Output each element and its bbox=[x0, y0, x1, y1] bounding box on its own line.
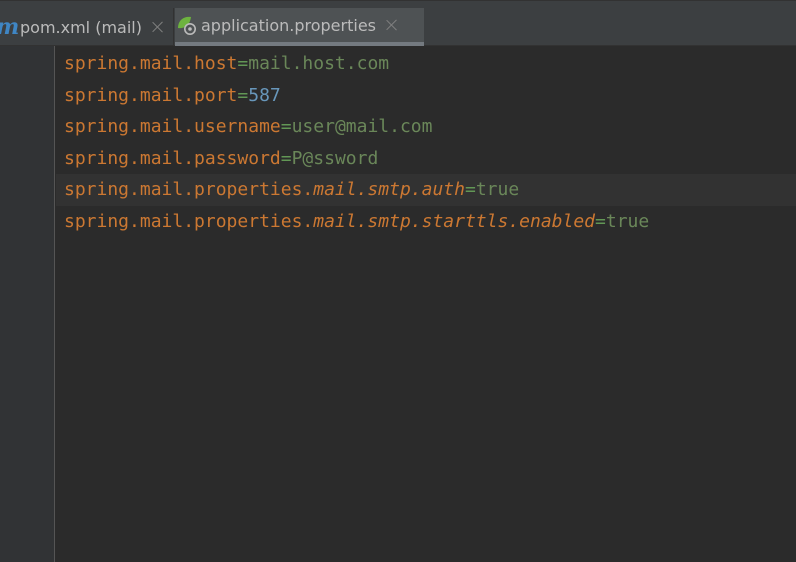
code-editor[interactable]: spring.mail.host=mail.host.com spring.ma… bbox=[0, 46, 796, 562]
code-line[interactable]: spring.mail.properties.mail.smtp.starttl… bbox=[56, 206, 796, 238]
code-area[interactable]: spring.mail.host=mail.host.com spring.ma… bbox=[56, 48, 796, 238]
property-key: spring.mail.properties. bbox=[64, 210, 314, 232]
close-icon[interactable] bbox=[152, 21, 164, 33]
separator: = bbox=[237, 84, 249, 106]
editor-tab-bar: m pom.xml (mail) application.properties bbox=[0, 0, 796, 46]
tab-pom-xml[interactable]: m pom.xml (mail) bbox=[0, 8, 174, 46]
separator: = bbox=[280, 116, 292, 138]
property-value: P@ssword bbox=[291, 147, 379, 169]
separator: = bbox=[595, 210, 606, 232]
code-line[interactable]: spring.mail.password=P@ssword bbox=[56, 143, 796, 175]
separator: = bbox=[464, 179, 476, 201]
tab-application-properties[interactable]: application.properties bbox=[175, 8, 424, 46]
line-gutter[interactable] bbox=[0, 46, 55, 562]
maven-icon: m bbox=[0, 16, 19, 38]
spring-properties-icon bbox=[175, 14, 197, 36]
property-value: user@mail.com bbox=[291, 116, 433, 138]
property-key-italic: mail.smtp.auth bbox=[313, 179, 465, 201]
separator: = bbox=[237, 53, 249, 74]
property-key: spring.mail.port bbox=[64, 84, 238, 106]
property-value: 587 bbox=[248, 84, 281, 106]
code-line-current[interactable]: spring.mail.properties.mail.smtp.auth=tr… bbox=[56, 174, 796, 206]
property-key: spring.mail.password bbox=[64, 147, 281, 169]
property-key: spring.mail.host bbox=[64, 53, 238, 74]
ide-window: m pom.xml (mail) application.properties … bbox=[0, 0, 796, 562]
property-value: true bbox=[475, 179, 520, 201]
property-key-italic: mail.smtp.starttls.enabled bbox=[313, 210, 596, 232]
close-icon[interactable] bbox=[386, 19, 398, 31]
property-value: true bbox=[605, 210, 650, 232]
separator: = bbox=[280, 147, 292, 169]
code-line[interactable]: spring.mail.username=user@mail.com bbox=[56, 111, 796, 143]
property-key: spring.mail.properties. bbox=[64, 179, 314, 201]
tab-label: application.properties bbox=[201, 15, 376, 35]
code-line[interactable]: spring.mail.port=587 bbox=[56, 80, 796, 112]
property-key: spring.mail.username bbox=[64, 116, 281, 138]
code-line[interactable]: spring.mail.host=mail.host.com bbox=[56, 48, 796, 80]
tab-label: pom.xml (mail) bbox=[20, 17, 142, 37]
property-value: mail.host.com bbox=[248, 53, 390, 74]
